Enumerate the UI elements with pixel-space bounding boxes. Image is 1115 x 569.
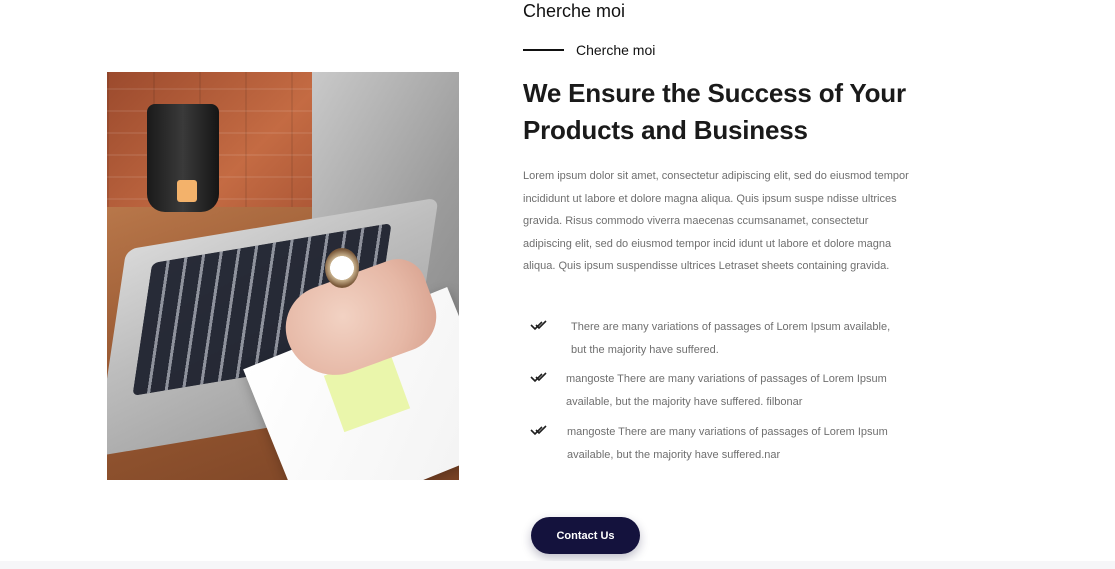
feature-item: There are many variations of passages of… [530,316,901,361]
subtitle-divider-line [523,49,564,51]
feature-item: mangoste There are many variations of pa… [530,421,907,466]
section-top-title: Cherche moi [523,1,626,21]
feature-text: There are many variations of passages of… [571,321,891,356]
double-check-icon [530,372,547,383]
laptop-work-photo [107,72,459,480]
section-paragraph: Lorem ipsum dolor sit amet, consectetur … [523,170,909,272]
feature-text: mangoste There are many variations of pa… [566,373,887,408]
feature-item: mangoste There are many variations of pa… [530,368,906,413]
tea-tag [177,180,197,202]
double-check-icon [530,320,547,331]
contact-us-button[interactable]: Contact Us [531,517,640,554]
page: Cherche moi Cherche moi We Ensure the Su… [0,0,1115,569]
section-subtitle-row: Cherche moi [523,40,655,60]
double-check-icon [530,425,547,436]
section-subtitle: Cherche moi [576,42,656,58]
wristwatch [325,248,359,288]
feature-text: mangoste There are many variations of pa… [567,426,888,461]
section-heading: We Ensure the Success of Your Products a… [523,78,906,145]
next-section-edge [0,561,1115,569]
